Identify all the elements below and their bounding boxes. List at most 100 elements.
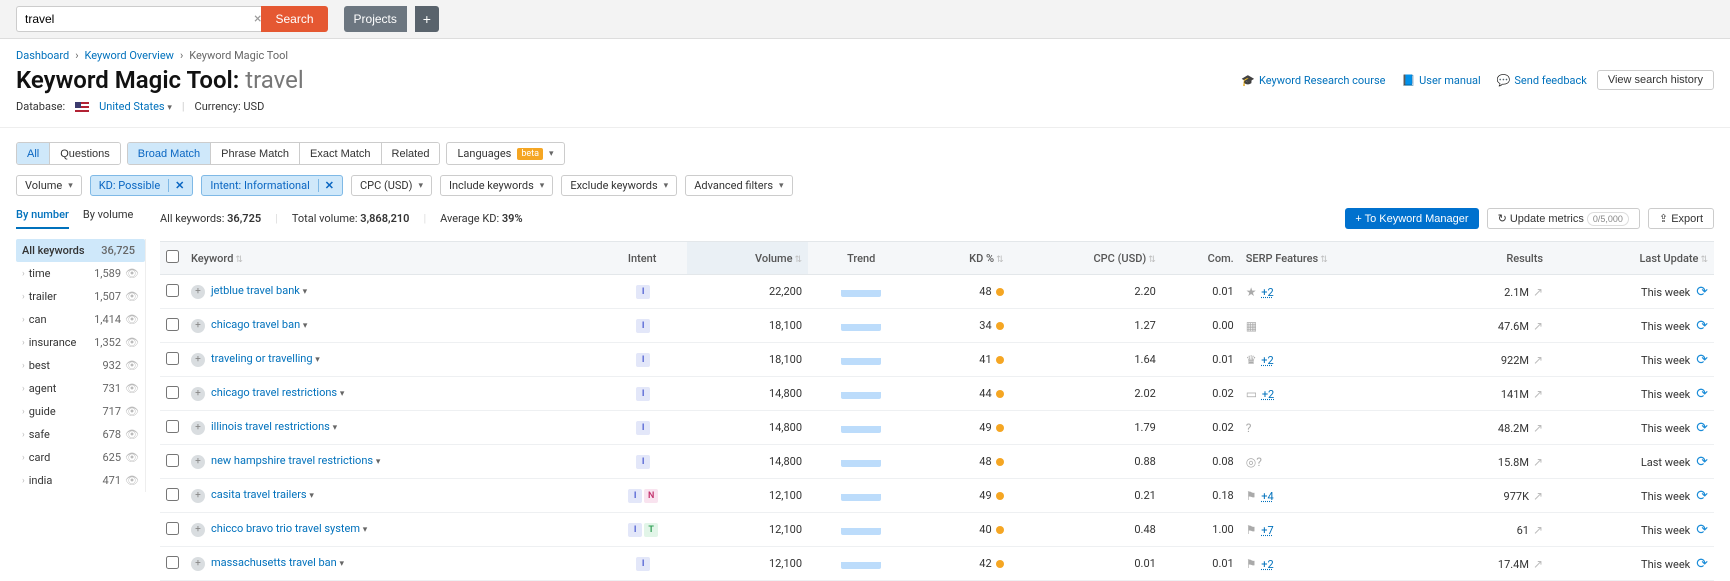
col-trend[interactable]: Trend [808,242,914,275]
external-link-icon[interactable]: ↗ [1533,285,1543,299]
filter-intent[interactable]: Intent: Informational✕ [201,175,343,196]
close-icon[interactable]: ✕ [168,179,184,192]
col-volume[interactable]: Volume⇅ [687,242,808,275]
to-keyword-manager-button[interactable]: + To Keyword Manager [1345,208,1478,229]
eye-icon[interactable]: 👁 [125,313,139,326]
breadcrumb-dashboard[interactable]: Dashboard [16,49,69,62]
group-item[interactable]: ›safe678👁 [16,423,145,446]
external-link-icon[interactable]: ↗ [1533,353,1543,367]
filter-volume[interactable]: Volume▾ [16,175,82,196]
view-search-history-button[interactable]: View search history [1597,70,1714,90]
send-feedback-link[interactable]: 💬Send feedback [1497,74,1587,87]
row-checkbox[interactable] [166,386,179,399]
chevron-down-icon[interactable]: ▾ [315,355,320,365]
serp-more[interactable]: +2 [1262,388,1274,401]
col-com[interactable]: Com. [1162,242,1240,275]
group-item[interactable]: ›agent731👁 [16,377,145,400]
row-checkbox[interactable] [166,318,179,331]
filter-kd[interactable]: KD: Possible✕ [90,175,194,196]
serp-more[interactable]: +4 [1261,490,1273,503]
keyword-link[interactable]: illinois travel restrictions [211,420,330,433]
group-all-keywords[interactable]: All keywords 36,725 [16,239,145,262]
refresh-icon[interactable]: ⟳ [1696,284,1708,300]
tab-broad-match[interactable]: Broad Match [128,143,211,164]
row-checkbox[interactable] [166,522,179,535]
refresh-icon[interactable]: ⟳ [1696,352,1708,368]
group-item[interactable]: ›trailer1,507👁 [16,285,145,308]
external-link-icon[interactable]: ↗ [1533,455,1543,469]
refresh-icon[interactable]: ⟳ [1696,454,1708,470]
tab-all[interactable]: All [17,143,50,164]
serp-more[interactable]: +2 [1261,558,1273,571]
tab-by-number[interactable]: By number [16,208,69,229]
search-button[interactable]: Search [261,6,327,32]
col-keyword[interactable]: Keyword⇅ [185,242,597,275]
external-link-icon[interactable]: ↗ [1533,523,1543,537]
refresh-icon[interactable]: ⟳ [1696,522,1708,538]
eye-icon[interactable]: 👁 [125,359,139,372]
chevron-down-icon[interactable]: ▾ [309,491,314,501]
update-metrics-button[interactable]: ↻ Update metrics 0/5,000 [1487,208,1640,229]
languages-select[interactable]: Languagesbeta▾ [446,142,564,165]
serp-more[interactable]: +2 [1261,286,1273,299]
keyword-link[interactable]: chicago travel restrictions [211,386,337,399]
col-kd[interactable]: KD %⇅ [914,242,1009,275]
chevron-down-icon[interactable]: ▾ [363,525,368,535]
refresh-icon[interactable]: ⟳ [1696,556,1708,572]
user-manual-link[interactable]: 📘User manual [1401,74,1480,87]
chevron-down-icon[interactable]: ▾ [340,389,345,399]
serp-more[interactable]: +7 [1261,524,1273,537]
breadcrumb-overview[interactable]: Keyword Overview [85,49,174,62]
close-icon[interactable]: ✕ [318,179,334,192]
chevron-down-icon[interactable]: ▾ [303,287,308,297]
keyword-link[interactable]: jetblue travel bank [211,284,300,297]
add-keyword-icon[interactable]: + [191,523,205,537]
keyword-link[interactable]: traveling or travelling [211,352,313,365]
chevron-down-icon[interactable]: ▾ [333,423,338,433]
row-checkbox[interactable] [166,284,179,297]
eye-icon[interactable]: 👁 [125,451,139,464]
col-serp[interactable]: SERP Features⇅ [1240,242,1432,275]
row-checkbox[interactable] [166,352,179,365]
projects-button[interactable]: Projects [344,6,407,32]
chevron-down-icon[interactable]: ▾ [303,321,308,331]
eye-icon[interactable]: 👁 [125,428,139,441]
row-checkbox[interactable] [166,556,179,569]
eye-icon[interactable]: 👁 [125,290,139,303]
keyword-link[interactable]: casita travel trailers [211,488,307,501]
group-item[interactable]: ›insurance1,352👁 [16,331,145,354]
tab-by-volume[interactable]: By volume [83,208,134,229]
col-last-update[interactable]: Last Update⇅ [1549,242,1714,275]
projects-add-button[interactable]: + [415,6,439,32]
export-button[interactable]: ⇪ Export [1648,208,1714,229]
col-intent[interactable]: Intent [597,242,687,275]
tab-related[interactable]: Related [382,143,440,164]
group-item[interactable]: ›india471👁 [16,469,145,492]
add-keyword-icon[interactable]: + [191,353,205,367]
keyword-link[interactable]: chicco bravo trio travel system [211,522,360,535]
refresh-icon[interactable]: ⟳ [1696,488,1708,504]
chevron-down-icon[interactable]: ▾ [339,559,344,569]
filter-cpc[interactable]: CPC (USD)▾ [351,175,432,196]
row-checkbox[interactable] [166,454,179,467]
add-keyword-icon[interactable]: + [191,455,205,469]
eye-icon[interactable]: 👁 [125,474,139,487]
external-link-icon[interactable]: ↗ [1533,557,1543,571]
eye-icon[interactable]: 👁 [125,336,139,349]
eye-icon[interactable]: 👁 [125,382,139,395]
group-item[interactable]: ›card625👁 [16,446,145,469]
keyword-link[interactable]: massachusetts travel ban [211,556,337,569]
eye-icon[interactable]: 👁 [125,405,139,418]
add-keyword-icon[interactable]: + [191,285,205,299]
group-item[interactable]: ›best932👁 [16,354,145,377]
filter-exclude-keywords[interactable]: Exclude keywords▾ [561,175,677,196]
col-results[interactable]: Results [1432,242,1549,275]
external-link-icon[interactable]: ↗ [1533,387,1543,401]
row-checkbox[interactable] [166,488,179,501]
search-clear-icon[interactable]: × [254,11,261,27]
group-item[interactable]: ›guide717👁 [16,400,145,423]
eye-icon[interactable]: 👁 [125,267,139,280]
group-item[interactable]: ›time1,589👁 [16,262,145,285]
group-item[interactable]: ›can1,414👁 [16,308,145,331]
refresh-icon[interactable]: ⟳ [1696,318,1708,334]
